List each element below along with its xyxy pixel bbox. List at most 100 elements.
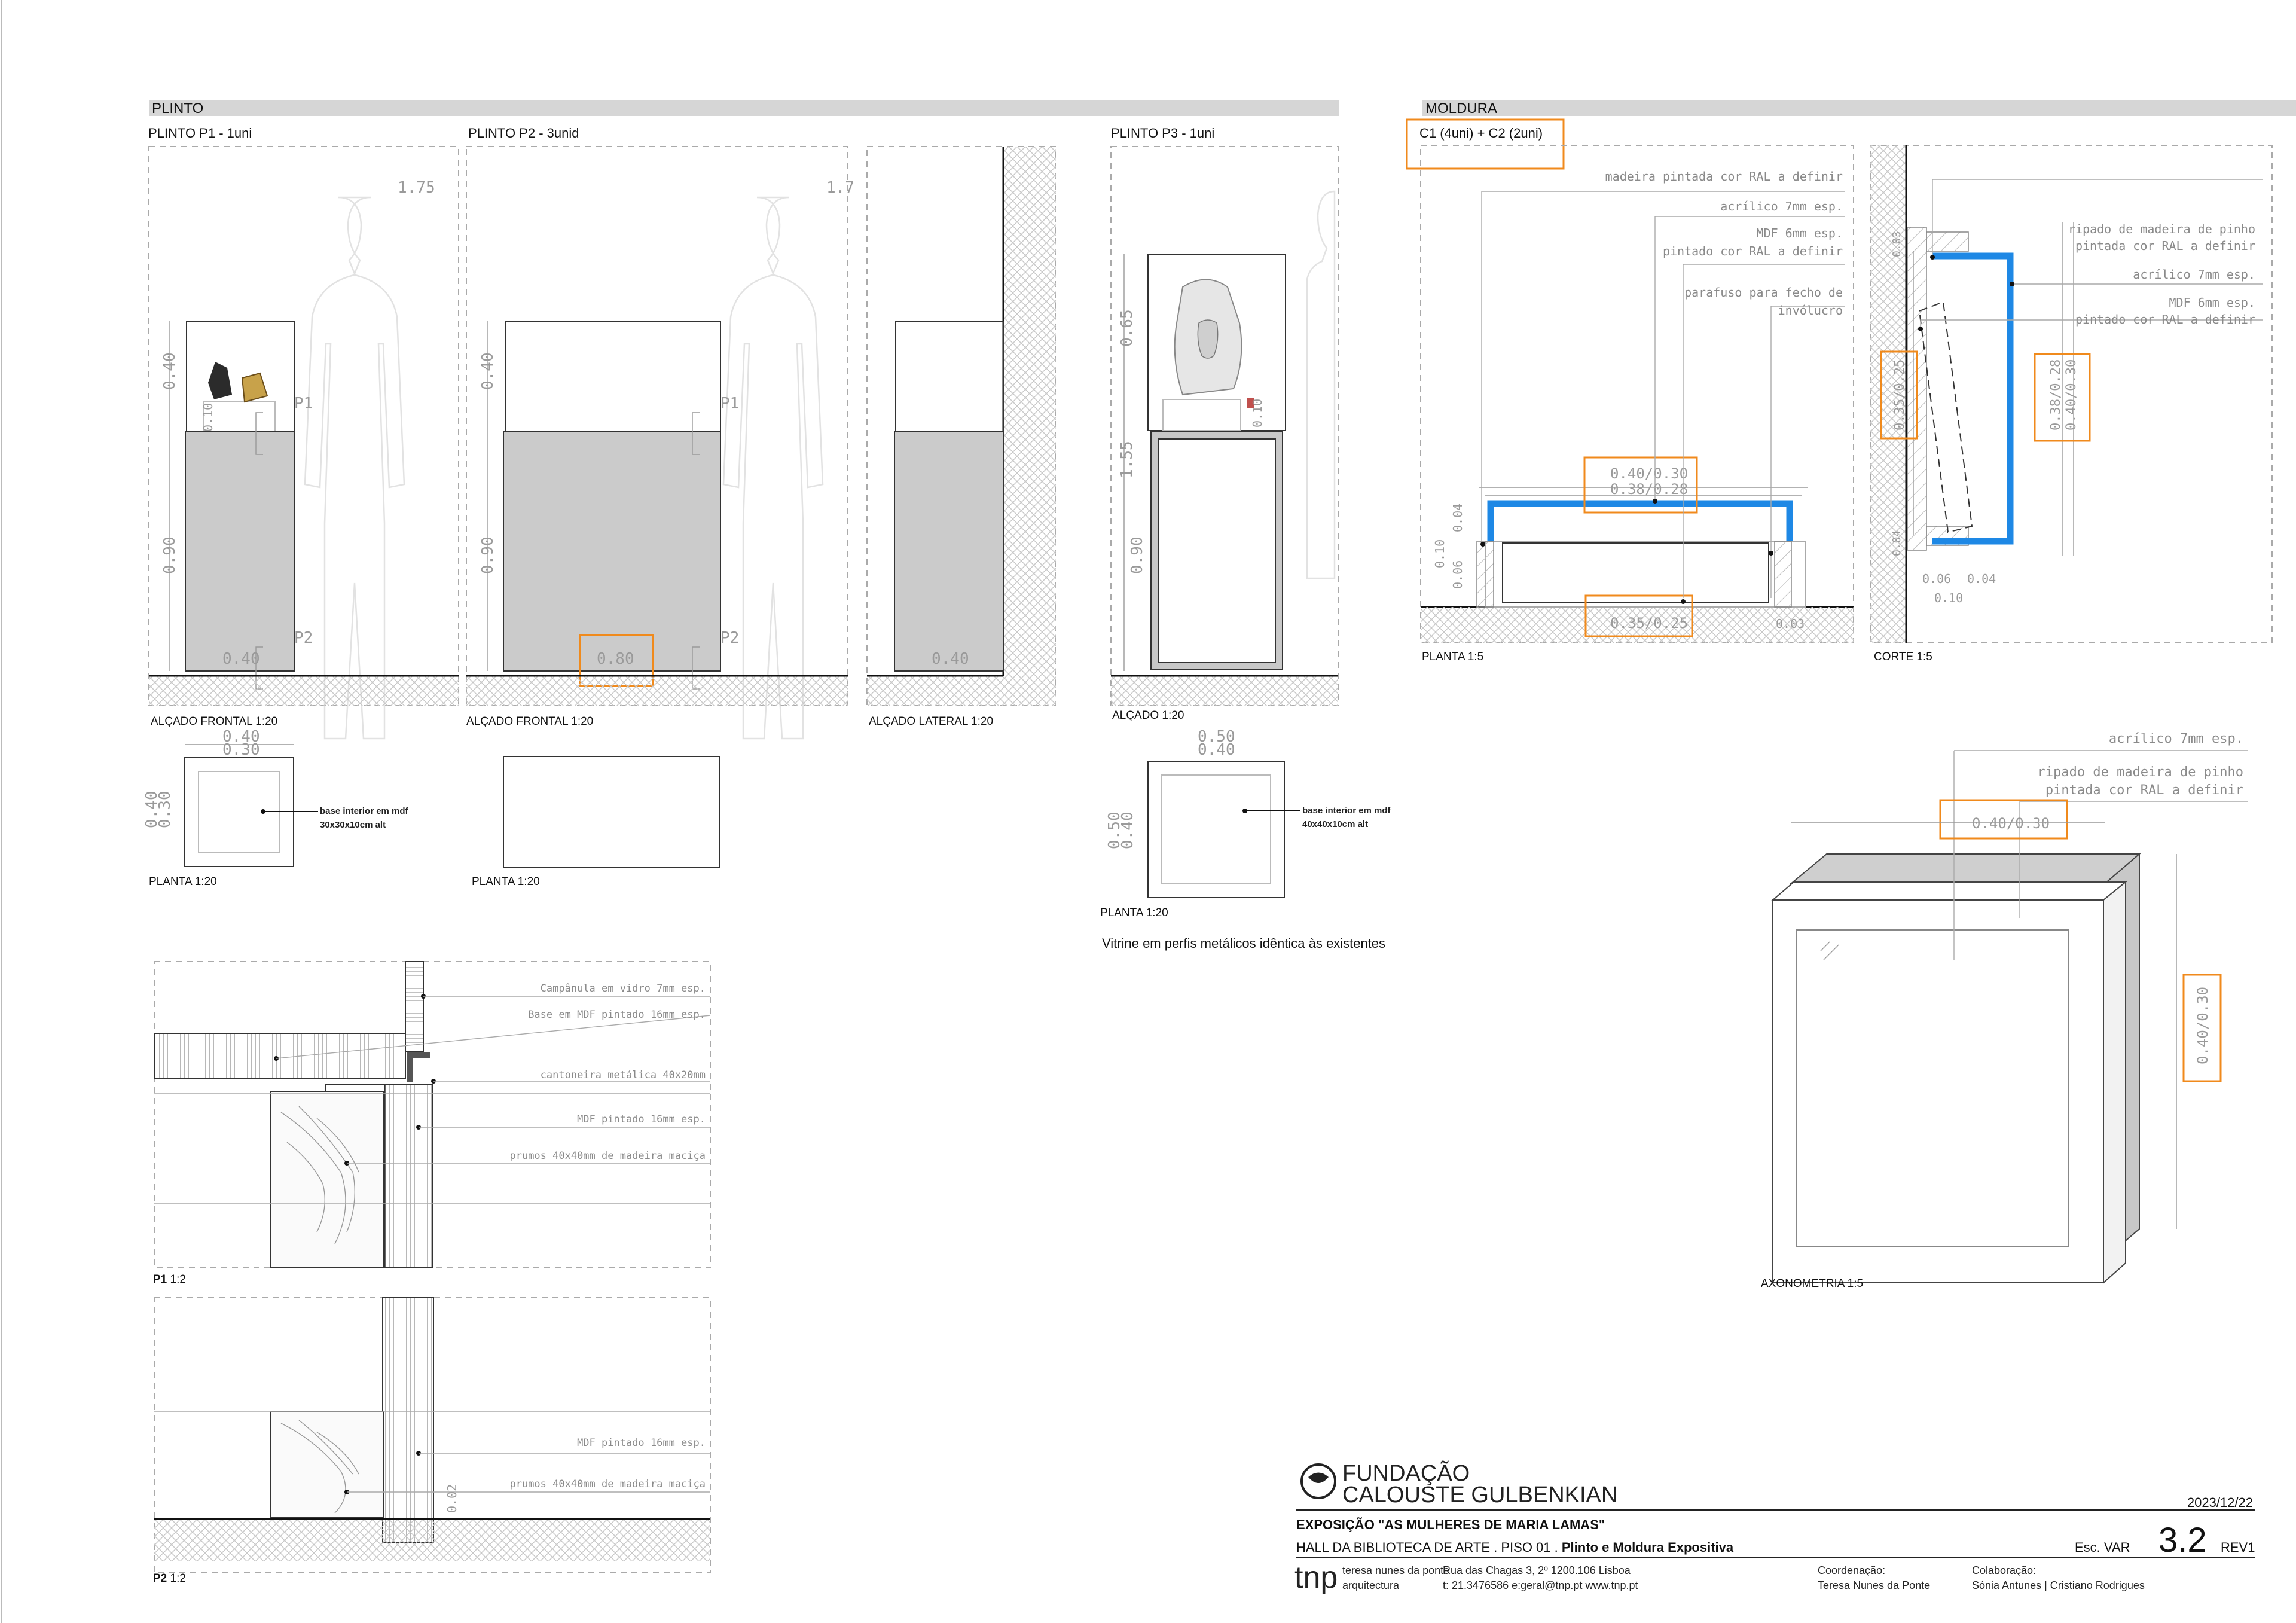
p3-plan-label: PLANTA 1:20 (1100, 907, 1168, 919)
p1-person-silhouette (304, 196, 405, 740)
moldura-axon-note-0: acrílico 7mm esp. (2109, 731, 2243, 746)
p2-tag-p2: P2 (720, 629, 739, 647)
moldura-axon-note-2: pintada cor RAL a definir (2045, 783, 2243, 798)
lateral-base-w: 0.40 (932, 650, 969, 668)
moldura-corte: 0.35/0.25 0.03 0.04 0.38/0.28 0.40/0.30 … (1870, 145, 2273, 663)
detail-p2-wood-post (270, 1411, 384, 1518)
detail-p2-label: P2 1:2 (153, 1572, 186, 1585)
sheet-subtitle: HALL DA BIBLIOTECA DE ARTE . PISO 01 . P… (1296, 1540, 1734, 1555)
p1-base-h: 0.90 (161, 536, 179, 574)
p2-glass-vitrine (505, 321, 721, 432)
p1-base-w: 0.40 (222, 650, 260, 668)
moldura-planta-frame-blue (1487, 500, 1793, 541)
moldura-axon-h: 0.40/0.30 (2194, 987, 2211, 1064)
address-line2: t: 21.3476586 e:geral@tnp.pt www.tnp.pt (1443, 1579, 1638, 1591)
p3-total-h: 1.55 (1118, 441, 1136, 478)
p1-elevation: 1.75 0.40 0.90 0.10 0.40 P1 P2 ALÇADO FR… (148, 146, 459, 740)
detail-p1-mdf-side (384, 1084, 433, 1268)
detail-p1-note-0: Campânula em vidro 7mm esp. (541, 983, 706, 994)
tnp-line2: arquitectura (1342, 1579, 1400, 1591)
moldura-corte-label: CORTE 1:5 (1874, 651, 1932, 663)
tnp-logo: tnp (1294, 1560, 1338, 1595)
detail-p2-dim: 0.02 (445, 1484, 459, 1513)
moldura-corte-note-2: acrílico 7mm esp. (2133, 267, 2255, 282)
moldura-corte-b1: 0.06 (1922, 572, 1951, 586)
moldura-corte-note-0: ripado de madeira de pinho (2068, 222, 2255, 236)
detail-p2: MDF pintado 16mm esp. prumos 40x40mm de … (153, 1297, 711, 1585)
moldura-planta-label: PLANTA 1:5 (1422, 651, 1483, 663)
moldura-corte-h2: 0.40/0.30 (2064, 359, 2079, 431)
coord-name: Teresa Nunes da Ponte (1818, 1579, 1930, 1591)
p2-plan: PLANTA 1:20 (472, 756, 720, 888)
moldura-planta-note-5: invólucro (1778, 303, 1843, 318)
moldura-axon-label: AXONOMETRIA 1:5 (1761, 1277, 1863, 1290)
project-title: EXPOSIÇÃO "AS MULHERES DE MARIA LAMAS" (1296, 1517, 1605, 1532)
detail-p1-note-1: Base em MDF pintado 16mm esp. (528, 1009, 706, 1021)
p2-elevation: 1.7 0.40 0.90 0.80 P1 P2 ALÇADO FRONTAL … (466, 146, 854, 740)
p1-vitrine-h: 0.40 (161, 352, 179, 390)
p3-plan-note1: base interior em mdf (1302, 806, 1391, 816)
colab-label: Colaboração: (1972, 1564, 2036, 1576)
moldura-axon-w: 0.40/0.30 (1972, 815, 2050, 832)
moldura-planta: 0.40/0.30 0.38/0.28 0.35/0.25 0.04 0.10 … (1420, 145, 1854, 663)
logo-line2: CALOUSTE GULBENKIAN (1342, 1482, 1617, 1508)
p2-plan-label: PLANTA 1:20 (472, 875, 540, 888)
detail-p1-angle (407, 1052, 430, 1082)
moldura-planta-side-c: 0.06 (1451, 560, 1465, 589)
detail-p2-mdf-side (382, 1297, 434, 1543)
moldura-planta-inner: 0.38/0.28 (1610, 481, 1688, 498)
p2-title: PLINTO P2 - 3unid (468, 126, 579, 141)
moldura-axon-front (1772, 899, 2104, 1283)
p3-mid-h: 0.10 (1250, 399, 1265, 428)
p2-elev-label: ALÇADO FRONTAL 1:20 (466, 715, 593, 728)
p1-plan-note2: 30x30x10cm alt (320, 820, 386, 830)
moldura-header-bar (1422, 100, 2296, 116)
moldura-axonometria: acrílico 7mm esp. ripado de madeira de p… (1761, 731, 2248, 1290)
moldura-planta-side-b: 0.10 (1433, 539, 1447, 568)
moldura-planta-note-2: MDF 6mm esp. (1757, 226, 1843, 240)
p3-person-silhouette (1306, 190, 1336, 579)
p1-plan-label: PLANTA 1:20 (149, 875, 217, 888)
moldura-planta-side-d: 0.03 (1776, 617, 1805, 631)
detail-p1: Campânula em vidro 7mm esp. Base em MDF … (153, 961, 711, 1286)
p2-person-height: 1.7 (826, 179, 854, 197)
detail-p1-note-2: cantoneira metálica 40x20mm (541, 1069, 706, 1081)
p2-tag-p1: P1 (720, 395, 739, 413)
lateral-elevation: 0.40 ALÇADO LATERAL 1:20 (866, 146, 1056, 728)
p1-base (185, 431, 295, 672)
p1-tag-p1: P1 (294, 395, 313, 413)
p1-plan-h2: 0.30 (156, 791, 174, 828)
detail-p2-note-1: prumos 40x40mm de madeira maciça (509, 1478, 706, 1490)
title-block: FUNDAÇÃO CALOUSTE GULBENKIAN 2023/12/22 … (1294, 1460, 2255, 1595)
p1-plan-w2: 0.30 (222, 741, 260, 759)
p2-vitrine-h: 0.40 (479, 352, 497, 390)
moldura-corte-h1: 0.38/0.28 (2048, 359, 2063, 431)
moldura-planta-outer: 0.40/0.30 (1610, 465, 1688, 482)
p1-object-gold (241, 372, 268, 403)
sheet-number: 3.2 (2158, 1521, 2207, 1560)
coord-label: Coordenação: (1818, 1564, 1885, 1576)
p3-title: PLINTO P3 - 1uni (1111, 126, 1214, 141)
detail-p1-label: P1 1:2 (153, 1273, 186, 1286)
sheet-date: 2023/12/22 (2187, 1495, 2253, 1510)
lateral-glass (895, 321, 1004, 432)
sheet-rev: REV1 (2221, 1540, 2255, 1555)
p2-base-w: 0.80 (597, 650, 634, 668)
p1-tag-p2: P2 (294, 629, 313, 647)
p1-title: PLINTO P1 - 1uni (148, 126, 252, 141)
moldura-planta-note-3: pintado cor RAL a definir (1663, 244, 1843, 258)
moldura-corte-s1: 0.03 (1891, 231, 1903, 257)
p3-plan-w2: 0.40 (1198, 741, 1235, 759)
lateral-base (894, 431, 1004, 672)
moldura-planta-note-0: madeira pintada cor RAL a definir (1605, 169, 1843, 184)
moldura-corte-note-1: pintada cor RAL a definir (2075, 239, 2255, 253)
p1-person-height: 1.75 (398, 179, 435, 197)
detail-p2-note-0: MDF pintado 16mm esp. (577, 1437, 706, 1449)
moldura-corte-b3: 0.10 (1934, 591, 1963, 605)
p1-object-dark (208, 362, 232, 399)
p2-person-silhouette (722, 196, 824, 740)
tnp-line1: teresa nunes da ponte (1342, 1564, 1449, 1576)
p1-plan: 0.40 0.30 0.40 0.30 base interior em mdf… (143, 728, 409, 888)
moldura-corte-b2: 0.04 (1967, 572, 1996, 586)
detail-p1-mdf-base (154, 1033, 406, 1079)
